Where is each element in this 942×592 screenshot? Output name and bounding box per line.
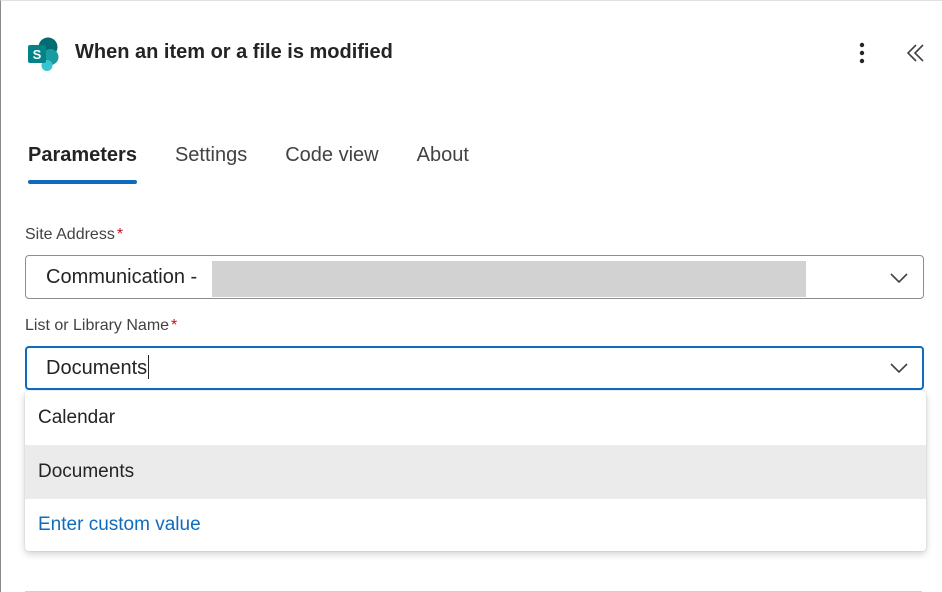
sharepoint-icon: S — [28, 37, 59, 71]
list-name-combobox[interactable]: Documents — [25, 346, 924, 390]
double-chevron-left-icon — [906, 44, 924, 62]
panel-header: S When an item or a file is modified — [1, 1, 942, 105]
site-address-label: Site Address * — [25, 226, 123, 244]
chevron-down-icon — [890, 273, 908, 284]
svg-text:S: S — [33, 47, 42, 62]
list-name-input[interactable]: Documents — [46, 348, 150, 388]
site-address-value: Communication - — [46, 266, 198, 288]
more-vertical-icon — [859, 42, 865, 64]
required-indicator: * — [171, 317, 178, 334]
site-address-dropdown[interactable]: Communication - — [25, 255, 924, 299]
more-options-button[interactable] — [851, 39, 873, 67]
list-name-label: List or Library Name * — [25, 317, 177, 335]
tab-list: Parameters Settings Code view About — [28, 141, 507, 189]
required-indicator: * — [116, 226, 124, 243]
collapse-panel-button[interactable] — [903, 39, 929, 67]
list-name-options: Calendar Documents Enter custom value — [25, 391, 926, 551]
text-cursor — [148, 354, 150, 379]
tab-settings[interactable]: Settings — [175, 141, 247, 187]
list-name-label-text: List or Library Name — [25, 317, 170, 334]
trigger-details-panel: S When an item or a file is modified Par… — [0, 0, 942, 592]
page-title: When an item or a file is modified — [75, 41, 393, 63]
chevron-down-icon[interactable] — [889, 358, 909, 378]
redacted-block — [212, 261, 806, 297]
tab-about[interactable]: About — [417, 141, 469, 187]
enter-custom-value-option[interactable]: Enter custom value — [25, 499, 926, 551]
tab-parameters[interactable]: Parameters — [28, 141, 137, 187]
list-name-value: Documents — [46, 357, 148, 379]
tab-code-view[interactable]: Code view — [285, 141, 378, 187]
option-documents[interactable]: Documents — [25, 445, 926, 499]
option-calendar[interactable]: Calendar — [25, 391, 926, 445]
site-address-label-text: Site Address — [25, 226, 115, 243]
